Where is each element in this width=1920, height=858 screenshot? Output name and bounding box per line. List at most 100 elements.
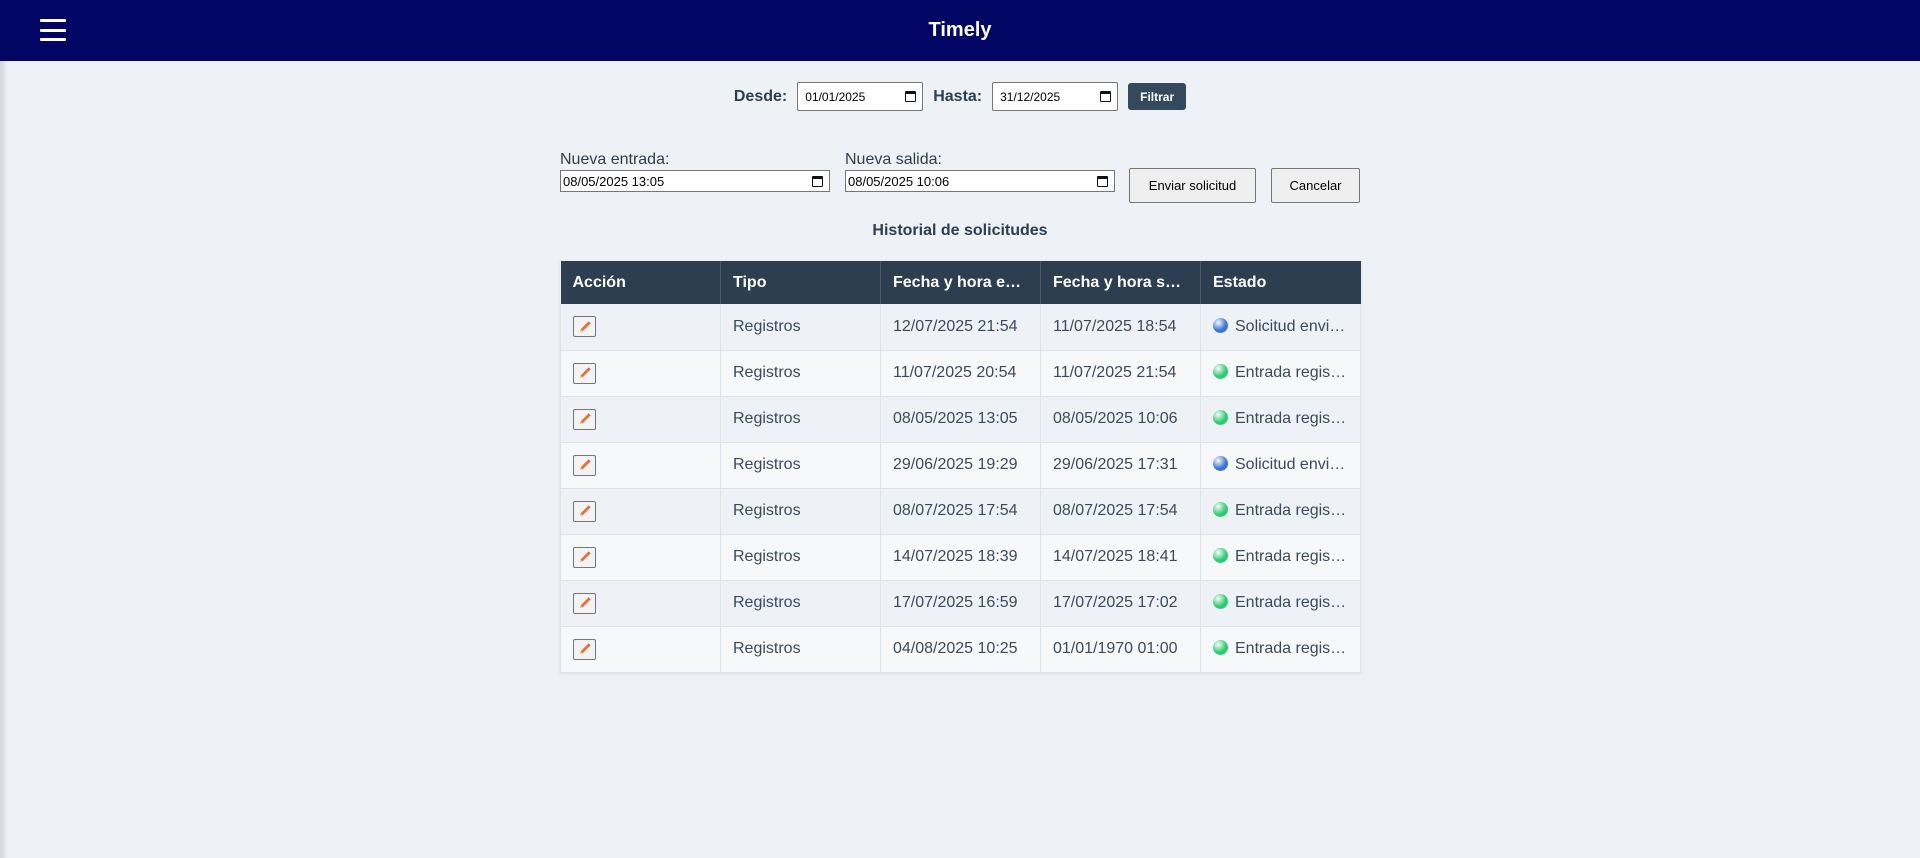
status-dot-icon bbox=[1213, 594, 1228, 609]
estado-text: Entrada registrada bbox=[1235, 364, 1361, 381]
edit-button[interactable] bbox=[573, 546, 596, 568]
desde-label: Desde: bbox=[733, 87, 788, 105]
salida-cell: 17/07/2025 17:02 bbox=[1040, 580, 1201, 627]
entrada-cell: 08/05/2025 13:05 bbox=[880, 396, 1041, 443]
column-header-salida[interactable]: Fecha y hora salida bbox=[1040, 261, 1201, 304]
estado-cell: Solicitud enviada bbox=[1200, 442, 1361, 489]
nueva-salida-input[interactable]: 08/05/2025 10:06 bbox=[845, 170, 1115, 192]
table-row: Registros 17/07/2025 16:59 17/07/2025 17:0… bbox=[560, 580, 1361, 627]
estado-text: Entrada registrada bbox=[1235, 640, 1361, 657]
column-header-tipo[interactable]: Tipo bbox=[720, 261, 881, 304]
history-table: Acción Tipo Fecha y hora entrada Fecha y… bbox=[560, 261, 1361, 673]
column-header-estado[interactable]: Estado bbox=[1200, 261, 1361, 304]
cancelar-button[interactable]: Cancelar bbox=[1271, 168, 1360, 203]
table-row: Registros 08/05/2025 13:05 08/05/2025 10:0… bbox=[560, 396, 1361, 443]
tipo-cell: Registros bbox=[720, 350, 881, 397]
desde-date-input[interactable]: 01/01/2025 bbox=[797, 82, 924, 111]
estado-text: Solicitud enviada bbox=[1235, 456, 1356, 473]
accion-cell bbox=[560, 534, 721, 581]
history-title: Historial de solicitudes bbox=[872, 222, 1048, 239]
pencil-icon bbox=[578, 504, 592, 518]
estado-cell: Entrada registrada bbox=[1200, 350, 1361, 397]
edit-button[interactable] bbox=[573, 362, 596, 384]
accion-cell bbox=[560, 488, 721, 535]
calendar-icon[interactable] bbox=[1097, 175, 1108, 187]
nueva-salida-label: Nueva salida: bbox=[845, 151, 942, 168]
hasta-date-value: 31/12/2025 bbox=[1000, 89, 1061, 104]
salida-cell: 01/01/1970 01:00 bbox=[1040, 626, 1201, 673]
pencil-icon bbox=[578, 320, 592, 334]
hasta-date-input[interactable]: 31/12/2025 bbox=[992, 82, 1119, 111]
top-bar: Timely bbox=[0, 0, 1920, 61]
estado-cell: Entrada registrada bbox=[1200, 580, 1361, 627]
status-dot-icon bbox=[1213, 364, 1228, 379]
correction-request-form: Nueva entrada: 08/05/2025 13:05 Nueva sa… bbox=[560, 151, 1360, 211]
estado-cell: Entrada registrada bbox=[1200, 534, 1361, 581]
status-dot-icon bbox=[1213, 317, 1228, 333]
enviar-solicitud-button[interactable]: Enviar solicitud bbox=[1129, 168, 1256, 203]
estado-text: Entrada registrada bbox=[1235, 548, 1361, 565]
pencil-icon bbox=[578, 642, 592, 656]
tipo-cell: Registros bbox=[720, 534, 881, 581]
status-dot-icon bbox=[1213, 548, 1228, 563]
pencil-icon bbox=[578, 366, 592, 380]
accion-cell bbox=[560, 396, 721, 443]
entrada-cell: 17/07/2025 16:59 bbox=[880, 580, 1041, 627]
accion-cell bbox=[560, 304, 721, 351]
edit-button[interactable] bbox=[573, 454, 596, 476]
column-header-entrada[interactable]: Fecha y hora entrada bbox=[880, 261, 1041, 304]
table-row: Registros 04/08/2025 10:25 01/01/1970 01:0… bbox=[560, 626, 1361, 673]
entrada-cell: 12/07/2025 21:54 bbox=[880, 304, 1041, 351]
table-row: Registros 11/07/2025 20:54 11/07/2025 21:5… bbox=[560, 350, 1361, 397]
estado-text: Entrada registrada bbox=[1235, 410, 1361, 427]
edit-button[interactable] bbox=[573, 316, 596, 338]
entrada-cell: 29/06/2025 19:29 bbox=[880, 442, 1041, 489]
table-row: Registros 29/06/2025 19:29 29/06/2025 17:3… bbox=[560, 442, 1361, 489]
salida-cell: 29/06/2025 17:31 bbox=[1040, 442, 1201, 489]
edit-button[interactable] bbox=[573, 638, 596, 660]
salida-cell: 08/05/2025 10:06 bbox=[1040, 396, 1201, 443]
status-dot-icon bbox=[1213, 410, 1228, 425]
desde-date-value: 01/01/2025 bbox=[805, 89, 866, 104]
nueva-entrada-label: Nueva entrada: bbox=[560, 151, 670, 168]
history-header-row: Acción Tipo Fecha y hora entrada Fecha y… bbox=[560, 261, 1361, 304]
accion-cell bbox=[560, 350, 721, 397]
estado-text: Solicitud enviada bbox=[1235, 317, 1356, 335]
calendar-icon[interactable] bbox=[1100, 91, 1112, 102]
calendar-icon[interactable] bbox=[812, 175, 823, 187]
tipo-cell: Registros bbox=[720, 488, 881, 535]
entrada-cell: 14/07/2025 18:39 bbox=[880, 534, 1041, 581]
tipo-cell: Registros bbox=[720, 580, 881, 627]
date-filter: Desde: 01/01/2025 Hasta: 31/12/2025 Filt… bbox=[0, 82, 1920, 111]
salida-cell: 11/07/2025 21:54 bbox=[1040, 350, 1201, 397]
pencil-icon bbox=[578, 596, 592, 610]
estado-cell: Solicitud enviada bbox=[1200, 304, 1361, 351]
filtrar-button[interactable]: Filtrar bbox=[1128, 83, 1187, 110]
hamburger-menu-icon[interactable] bbox=[40, 17, 66, 43]
pencil-icon bbox=[578, 550, 592, 564]
accion-cell bbox=[560, 442, 721, 489]
edit-button[interactable] bbox=[573, 592, 596, 614]
status-dot-icon bbox=[1213, 502, 1228, 517]
entrada-cell: 08/07/2025 17:54 bbox=[880, 488, 1041, 535]
estado-text: Entrada registrada bbox=[1235, 594, 1361, 611]
nueva-entrada-input[interactable]: 08/05/2025 13:05 bbox=[560, 170, 830, 192]
nueva-salida-value: 08/05/2025 10:06 bbox=[848, 173, 950, 189]
salida-cell: 08/07/2025 17:54 bbox=[1040, 488, 1201, 535]
pencil-icon bbox=[578, 412, 592, 426]
pencil-icon bbox=[578, 458, 592, 472]
column-header-accion[interactable]: Acción bbox=[560, 261, 721, 304]
tipo-cell: Registros bbox=[720, 304, 881, 351]
app-title: Timely bbox=[928, 19, 992, 41]
edit-button[interactable] bbox=[573, 500, 596, 522]
page-edge-shadow bbox=[0, 0, 8, 858]
entrada-cell: 11/07/2025 20:54 bbox=[880, 350, 1041, 397]
nueva-entrada-value: 08/05/2025 13:05 bbox=[563, 173, 665, 189]
accion-cell bbox=[560, 580, 721, 627]
status-dot-icon bbox=[1213, 456, 1228, 471]
calendar-icon[interactable] bbox=[905, 91, 917, 102]
accion-cell bbox=[560, 626, 721, 673]
salida-cell: 14/07/2025 18:41 bbox=[1040, 534, 1201, 581]
edit-button[interactable] bbox=[573, 408, 596, 430]
estado-cell: Entrada registrada bbox=[1200, 396, 1361, 443]
